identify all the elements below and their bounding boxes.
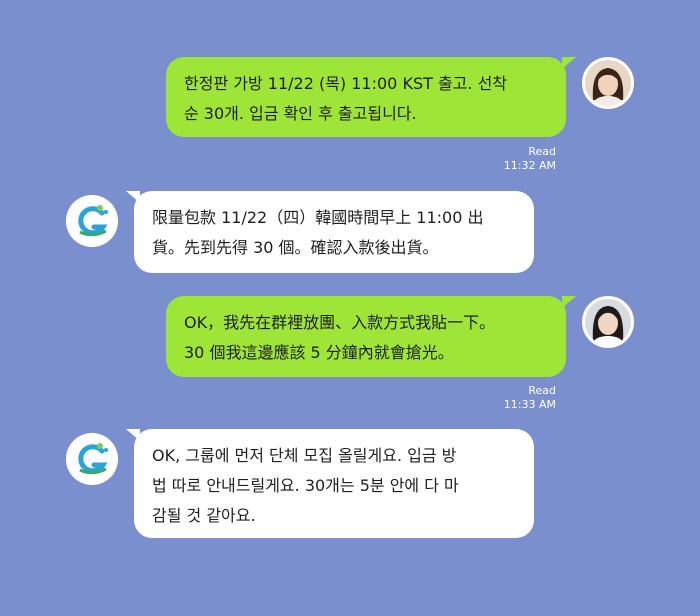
message-time: 11:33 AM bbox=[503, 398, 556, 411]
read-receipt: Read 11:32 AM bbox=[436, 145, 556, 173]
bubble-tail bbox=[562, 57, 576, 69]
bot-logo-avatar-icon bbox=[66, 195, 118, 247]
bubble-tail bbox=[562, 296, 576, 308]
bot-logo-avatar-icon bbox=[66, 433, 118, 485]
message-bubble-outgoing[interactable]: 한정판 가방 11/22 (목) 11:00 KST 출고. 선착 순 30개.… bbox=[166, 57, 566, 137]
message-bubble-incoming[interactable]: OK, 그룹에 먼저 단체 모집 올릴게요. 입금 방 법 따로 안내드릴게요.… bbox=[134, 429, 534, 538]
bot-avatar[interactable] bbox=[66, 433, 118, 485]
read-receipt: Read 11:33 AM bbox=[436, 384, 556, 412]
user-avatar[interactable] bbox=[582, 57, 634, 109]
bot-avatar[interactable] bbox=[66, 195, 118, 247]
message-bubble-incoming[interactable]: 限量包款 11/22（四）韓國時間早上 11:00 出 貨。先到先得 30 個。… bbox=[134, 191, 534, 273]
message-time: 11:32 AM bbox=[503, 159, 556, 172]
read-status: Read bbox=[528, 384, 556, 397]
user-photo-avatar-icon bbox=[585, 60, 631, 106]
user-avatar[interactable] bbox=[582, 296, 634, 348]
read-status: Read bbox=[528, 145, 556, 158]
user-photo-avatar-icon bbox=[585, 299, 631, 345]
message-bubble-outgoing[interactable]: OK，我先在群裡放團、入款方式我貼一下。 30 個我這邊應該 5 分鐘內就會搶光… bbox=[166, 296, 566, 377]
